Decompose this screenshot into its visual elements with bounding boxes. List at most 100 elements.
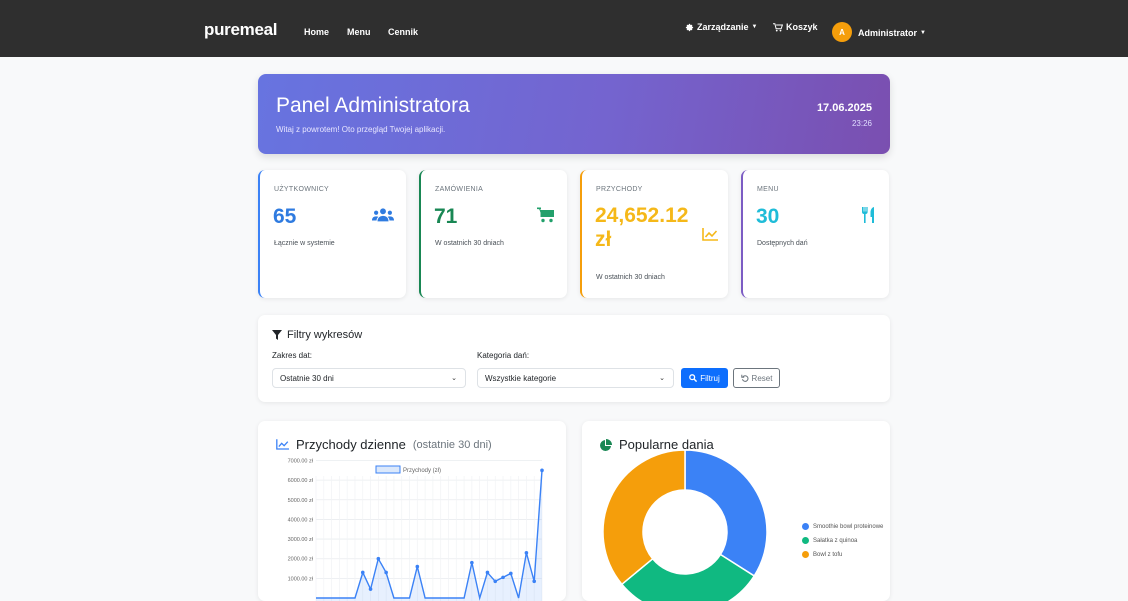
y-tick-label: 6000.00 zł (288, 478, 314, 484)
brand-logo[interactable]: puremeal (204, 20, 277, 40)
data-point[interactable] (532, 579, 537, 584)
legend-label: Przychody (zł) (403, 468, 441, 474)
page-title: Panel Administratora (276, 94, 470, 117)
reset-button-label: Reset (751, 373, 773, 383)
revenue-chart-panel: Przychody dzienne (ostatnie 30 dni) Przy… (258, 421, 566, 601)
welcome-banner: Panel Administratora Witaj z powrotem! O… (258, 74, 890, 154)
category-label: Kategoria dań: (477, 351, 530, 360)
current-date: 17.06.2025 (816, 102, 872, 114)
avatar[interactable]: A (832, 22, 852, 42)
cart-label: Koszyk (786, 22, 818, 32)
data-point[interactable] (540, 468, 544, 473)
stat-desc: W ostatnich 30 dniach (596, 274, 665, 281)
revenue-title-suffix: (ostatnie 30 dni) (412, 438, 492, 451)
nav-link-menu[interactable]: Menu (347, 27, 371, 37)
revenue-title-text: Przychody dzienne (296, 437, 406, 452)
chart-line-icon (702, 228, 718, 241)
stat-card-users: UŻYTKOWNICY 65 Łącznie w systemie (258, 170, 406, 298)
y-tick-label: 5000.00 zł (288, 498, 314, 504)
gear-icon (685, 23, 694, 31)
date-range-select[interactable]: Ostatnie 30 dni ⌄ (272, 368, 466, 388)
stat-label: UŻYTKOWNICY (274, 186, 330, 193)
stat-value: 24,652.12 zł (595, 204, 688, 252)
category-select[interactable]: Wszystkie kategorie ⌄ (477, 368, 674, 388)
data-point[interactable] (376, 556, 381, 561)
y-tick-label: 4000.00 zł (288, 517, 314, 523)
cart-link[interactable]: Koszyk (773, 22, 818, 32)
date-range-label: Zakres dat: (272, 351, 313, 360)
data-point[interactable] (509, 571, 513, 576)
reset-button[interactable]: Reset (733, 368, 780, 388)
data-point[interactable] (360, 570, 365, 575)
data-point[interactable] (415, 564, 420, 569)
legend-dot (802, 523, 809, 530)
date-range-value: Ostatnie 30 dni (280, 374, 334, 383)
revenue-chart-title: Przychody dzienne (ostatnie 30 dni) (276, 437, 492, 452)
doughnut-slice[interactable] (602, 449, 686, 586)
doughnut-slice[interactable] (684, 449, 768, 577)
nav-link-cennik[interactable]: Cennik (388, 27, 418, 37)
chevron-down-icon: ⌄ (659, 375, 665, 382)
pie-chart-icon (600, 438, 612, 451)
user-name: Administrator (858, 28, 918, 38)
stat-desc: Dostępnych dań (757, 240, 808, 247)
popular-dishes-panel: Popularne dania Smoothie bowl proteinowe… (582, 421, 890, 601)
caret-down-icon: ▼ (751, 24, 758, 30)
stat-desc: W ostatnich 30 dniach (435, 240, 504, 247)
nav-link-home[interactable]: Home (304, 27, 329, 37)
undo-icon (740, 374, 749, 382)
category-value: Wszystkie kategorie (485, 374, 557, 383)
legend-label: Smoothie bowl proteinowe (813, 523, 884, 530)
data-point[interactable] (368, 587, 373, 591)
cart-icon (773, 22, 783, 31)
user-dropdown[interactable]: Administrator ▼ (858, 28, 926, 38)
legend-item[interactable]: Bowl z tofu (802, 551, 842, 558)
revenue-area (316, 470, 542, 601)
data-point[interactable] (501, 575, 505, 580)
y-tick-label: 1000.00 zł (288, 576, 314, 582)
legend-dot (802, 537, 809, 544)
legend-label: Sałatka z quinoa (813, 537, 858, 544)
users-icon (372, 208, 394, 222)
chart-filters: Filtry wykresów Zakres dat: Ostatnie 30 … (258, 315, 890, 402)
navbar: puremeal Home Menu Cennik Zarządzanie ▼ … (0, 0, 1128, 57)
data-point[interactable] (493, 579, 498, 584)
manage-label: Zarządzanie (697, 22, 749, 32)
stat-card-orders: ZAMÓWIENIA 71 W ostatnich 30 dniach (419, 170, 567, 298)
chevron-down-icon: ⌄ (451, 375, 457, 382)
caret-down-icon: ▼ (920, 30, 926, 36)
current-time: 23:26 (851, 119, 872, 128)
search-icon (689, 374, 698, 382)
legend-label: Bowl z tofu (813, 551, 843, 558)
y-tick-label: 2000.00 zł (288, 557, 314, 563)
stat-value: 65 (273, 205, 297, 228)
filter-icon (272, 330, 282, 340)
stat-label: ZAMÓWIENIA (435, 186, 484, 193)
y-tick-label: 3000.00 zł (288, 537, 314, 543)
chart-line-icon (276, 439, 289, 450)
data-point[interactable] (384, 570, 388, 575)
filter-button-label: Filtruj (700, 373, 720, 383)
welcome-subtitle: Witaj z powrotem! Oto przegląd Twojej ap… (276, 125, 446, 134)
legend-item[interactable]: Sałatka z quinoa (802, 537, 857, 544)
stat-label: MENU (757, 186, 779, 193)
legend-dot (802, 551, 809, 558)
legend-swatch (375, 465, 401, 474)
stat-value-amount: 24,652.12 (595, 204, 689, 227)
stat-card-revenue: PRZYCHODY 24,652.12 zł W ostatnich 30 dn… (580, 170, 728, 298)
popular-title-text: Popularne dania (619, 437, 714, 452)
data-point[interactable] (470, 560, 474, 565)
data-point[interactable] (524, 551, 529, 555)
data-point[interactable] (485, 570, 490, 575)
cart-icon (537, 207, 554, 223)
utensils-icon (862, 207, 874, 223)
legend-item[interactable]: Smoothie bowl proteinowe (802, 523, 883, 530)
filter-button[interactable]: Filtruj (681, 368, 728, 388)
y-tick-label: 7000.00 zł (288, 459, 314, 465)
stat-value: 71 (434, 205, 458, 228)
filters-title-text: Filtry wykresów (287, 329, 363, 341)
stat-card-menu: MENU 30 Dostępnych dań (741, 170, 889, 298)
stat-label: PRZYCHODY (596, 186, 643, 193)
manage-dropdown[interactable]: Zarządzanie ▼ (685, 22, 757, 32)
stat-value: 30 (756, 205, 780, 228)
